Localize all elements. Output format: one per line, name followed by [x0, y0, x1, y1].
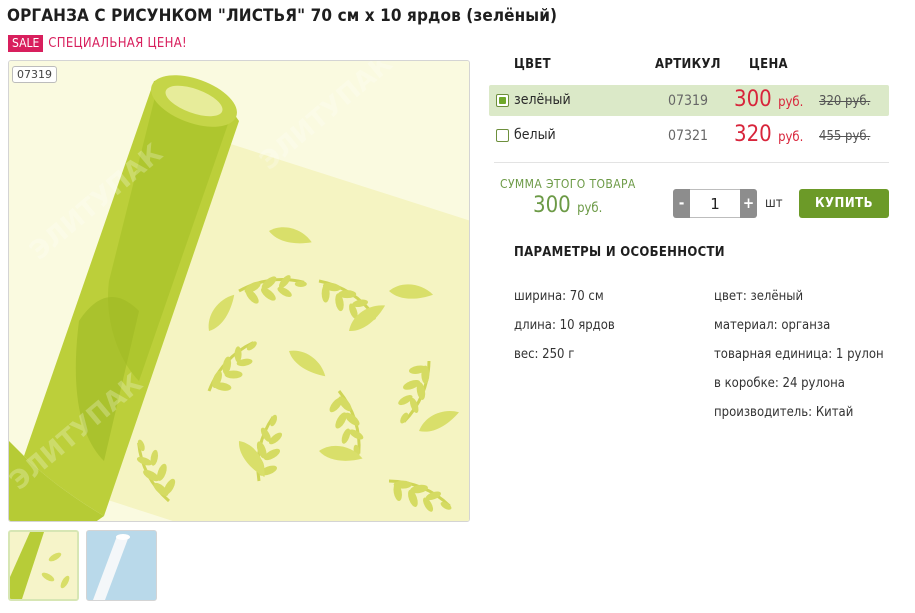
variant-price: 320 руб.	[734, 122, 804, 147]
variant-old-price: 320 руб.	[819, 94, 871, 109]
thumbnail-white-picture	[87, 531, 156, 600]
variant-checkbox-green[interactable]	[496, 94, 509, 107]
image-sku-label: 07319	[12, 66, 57, 83]
param-material: материал: органза	[714, 318, 831, 333]
divider	[494, 162, 889, 163]
quantity-unit: шт	[765, 196, 783, 211]
thumbnail-white[interactable]	[86, 530, 157, 601]
variant-price: 300 руб.	[734, 87, 804, 112]
organza-roll-picture: ЭЛИТУПАК ЭЛИТУПАК ЭЛИТУПАК	[9, 61, 469, 521]
variant-old-price: 455 руб.	[819, 129, 871, 144]
item-sum-value: 300 руб.	[533, 193, 603, 218]
param-color: цвет: зелёный	[714, 289, 804, 304]
param-unit: товарная единица: 1 рулон	[714, 347, 884, 362]
variant-article: 07319	[668, 93, 709, 109]
variant-row-white[interactable]: белый 07321 320 руб. 455 руб.	[489, 120, 889, 151]
special-price-label: СПЕЦИАЛЬНАЯ ЦЕНА!	[48, 35, 187, 51]
quantity-increase-button[interactable]: +	[740, 189, 757, 218]
param-manufacturer: производитель: Китай	[714, 405, 854, 420]
quantity-input[interactable]	[690, 189, 740, 218]
param-box: в коробке: 24 рулона	[714, 376, 845, 391]
params-title: ПАРАМЕТРЫ И ОСОБЕННОСТИ	[514, 245, 725, 260]
variant-article: 07321	[668, 128, 709, 144]
column-header-color: ЦВЕТ	[514, 57, 551, 72]
thumbnail-green-picture	[10, 532, 77, 599]
buy-button[interactable]: КУПИТЬ	[799, 189, 889, 218]
variant-checkbox-white[interactable]	[496, 129, 509, 142]
thumbnail-green[interactable]	[8, 530, 79, 601]
variant-color-name: белый	[514, 127, 556, 143]
column-header-price: ЦЕНА	[749, 57, 788, 72]
variant-row-green[interactable]: зелёный 07319 300 руб. 320 руб.	[489, 85, 889, 116]
sale-badge: SALE	[8, 34, 44, 52]
main-product-image[interactable]: ЭЛИТУПАК ЭЛИТУПАК ЭЛИТУПАК 07319	[8, 60, 470, 522]
sale-row: SALE СПЕЦИАЛЬНАЯ ЦЕНА!	[8, 34, 187, 52]
param-weight: вес: 250 г	[514, 347, 575, 362]
variant-color-name: зелёный	[514, 92, 571, 108]
column-header-article: АРТИКУЛ	[655, 57, 721, 72]
item-sum-label: СУММА ЭТОГО ТОВАРА	[500, 177, 636, 191]
param-width: ширина: 70 см	[514, 289, 604, 304]
param-length: длина: 10 ярдов	[514, 318, 615, 333]
product-title: ОРГАНЗА С РИСУНКОМ "ЛИСТЬЯ" 70 см х 10 я…	[7, 6, 558, 26]
quantity-decrease-button[interactable]: -	[673, 189, 690, 218]
